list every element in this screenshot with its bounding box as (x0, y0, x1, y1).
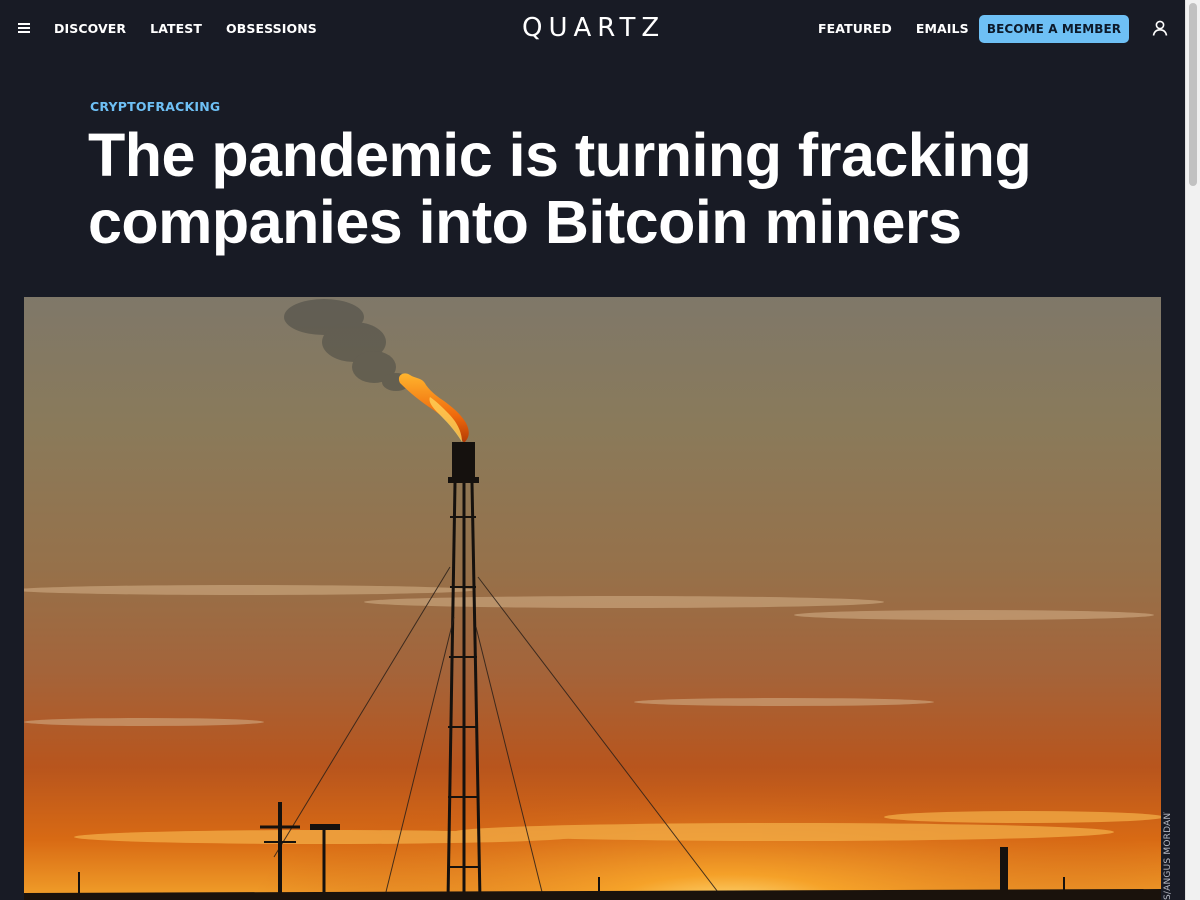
account-button[interactable] (1151, 19, 1169, 37)
top-navigation: DISCOVER LATEST OBSESSIONS QUARTZ FEATUR… (0, 0, 1185, 57)
article-kicker[interactable]: CRYPTOFRACKING (90, 99, 220, 114)
nav-link-emails[interactable]: EMAILS (916, 21, 969, 36)
page: DISCOVER LATEST OBSESSIONS QUARTZ FEATUR… (0, 0, 1200, 900)
secondary-nav: FEATURED EMAILS (818, 21, 969, 36)
nav-link-featured[interactable]: FEATURED (818, 21, 892, 36)
photo-credit: S/ANGUS MORDANT (1162, 812, 1180, 900)
article-headline: The pandemic is turning fracking compani… (88, 121, 1032, 256)
nav-link-obsessions[interactable]: OBSESSIONS (226, 21, 317, 36)
hamburger-icon-line (18, 27, 30, 29)
hamburger-menu-button[interactable] (16, 20, 32, 36)
photo-credit-text: S/ANGUS MORDANT (1163, 812, 1173, 900)
primary-nav: DISCOVER LATEST OBSESSIONS (54, 21, 317, 36)
hero-image (24, 297, 1161, 900)
hamburger-icon-line (18, 31, 30, 33)
scrollbar-thumb[interactable] (1189, 3, 1197, 186)
nav-link-latest[interactable]: LATEST (150, 21, 202, 36)
become-member-button[interactable]: BECOME A MEMBER (979, 15, 1129, 43)
hamburger-icon (18, 23, 30, 25)
nav-link-discover[interactable]: DISCOVER (54, 21, 126, 36)
page-scrollbar[interactable] (1185, 0, 1200, 900)
flare-stack-photo (24, 297, 1161, 900)
site-logo[interactable]: QUARTZ (522, 11, 666, 45)
user-icon (1152, 20, 1168, 36)
